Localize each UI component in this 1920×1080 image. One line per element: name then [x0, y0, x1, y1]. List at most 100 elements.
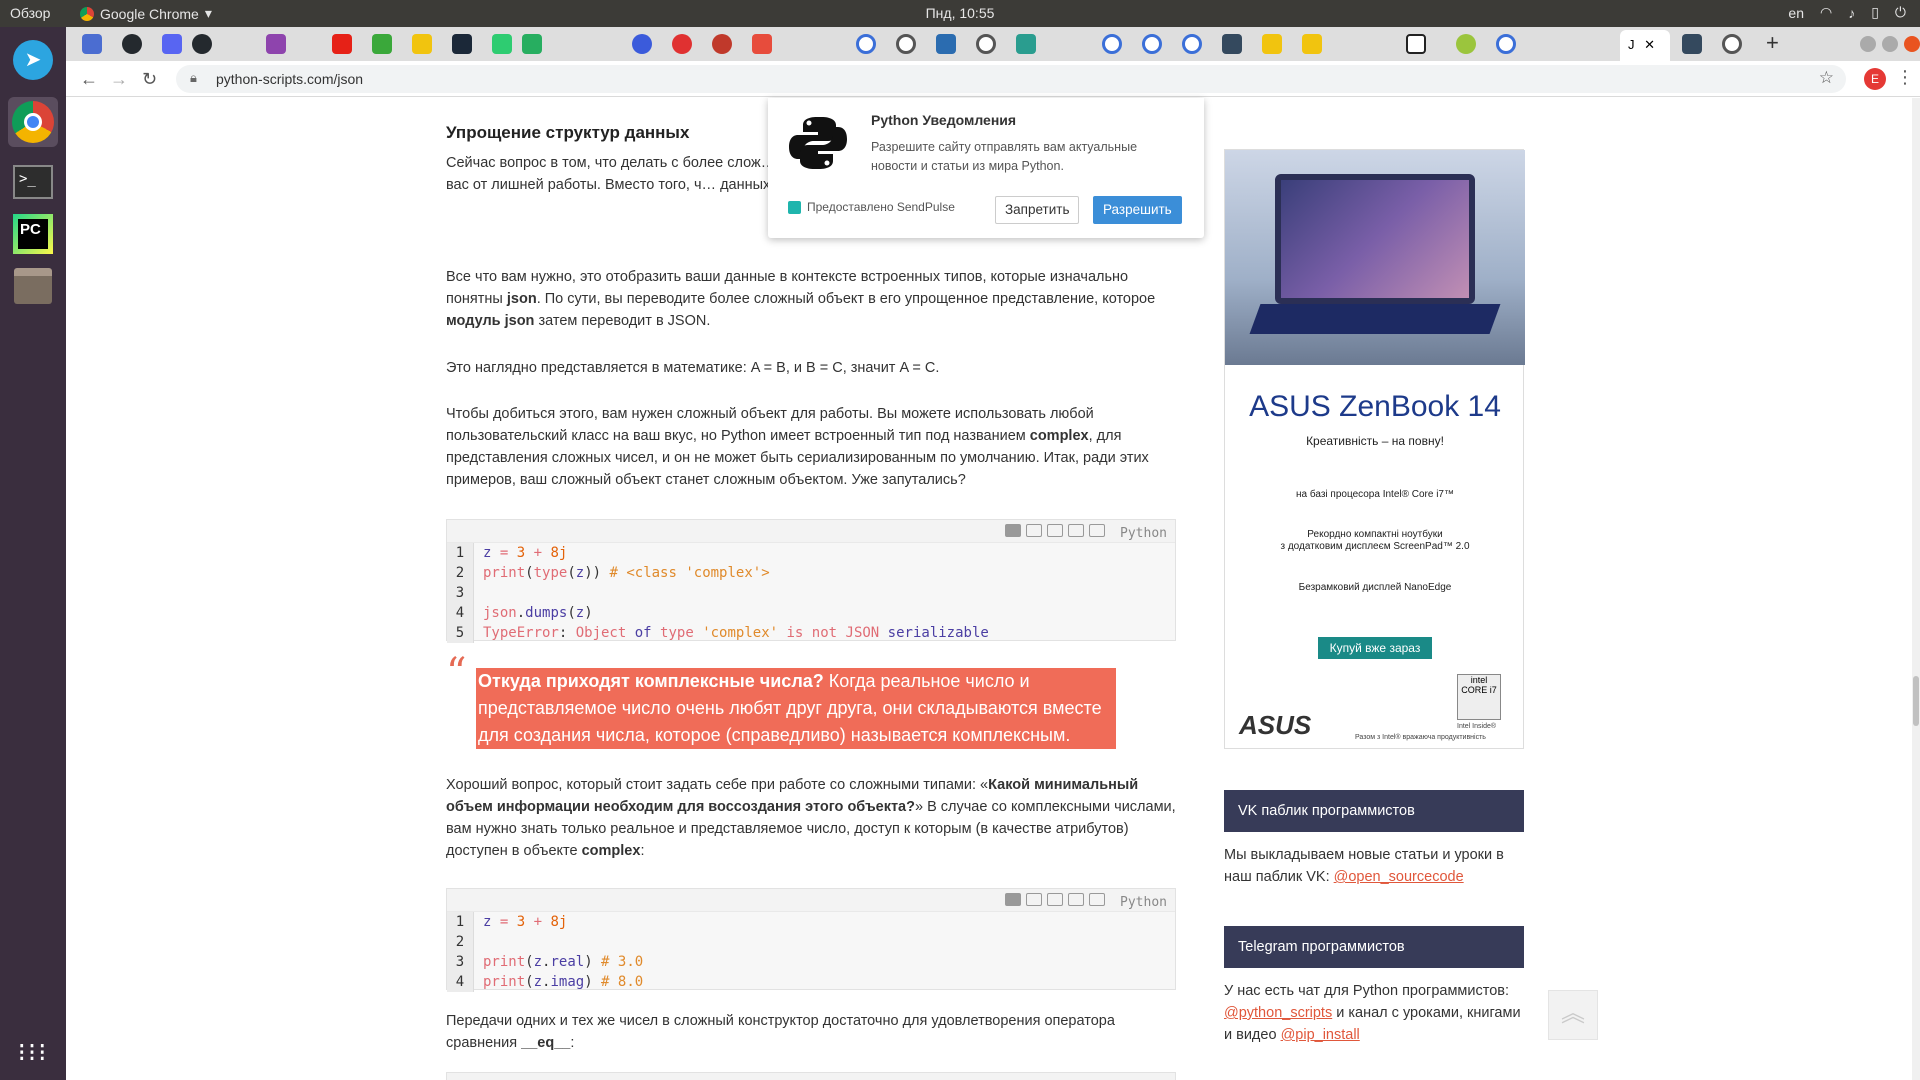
tab-favicon[interactable]: [82, 34, 102, 54]
language-indicator[interactable]: en: [1788, 5, 1804, 21]
back-icon[interactable]: ←: [80, 69, 98, 90]
lock-icon: 🔒︎: [190, 70, 197, 85]
code-tools[interactable]: [1005, 893, 1105, 906]
code-block[interactable]: Python 1z = 3 + 8j 2 3 print(z.real) # 3.…: [446, 888, 1176, 992]
view-source-icon[interactable]: [1026, 893, 1042, 906]
paragraph: Передачи одних и тех же чисел в сложный …: [446, 1010, 1176, 1054]
steam-icon[interactable]: [452, 34, 472, 54]
files-icon[interactable]: [8, 261, 58, 311]
vk-link[interactable]: @open_sourcecode: [1334, 869, 1464, 885]
notification-popup: Python Уведомления Разрешите сайту отпра…: [768, 98, 1204, 238]
wrap-icon[interactable]: [1047, 524, 1063, 537]
star-icon[interactable]: ☆: [1819, 68, 1834, 88]
popup-provider: Предоставлено SendPulse: [788, 200, 955, 214]
maximize-button[interactable]: [1882, 36, 1898, 52]
code-line: 1z = 3 + 8j: [447, 912, 1175, 932]
google-icon[interactable]: [976, 34, 996, 54]
tab-favicon[interactable]: [1142, 34, 1162, 54]
copy-icon[interactable]: [1068, 893, 1084, 906]
intel-inside-text: Intel Inside®: [1457, 723, 1497, 730]
tab-favicon[interactable]: [752, 34, 772, 54]
active-tab-title: J: [1628, 37, 1635, 52]
tab-favicon[interactable]: [412, 34, 432, 54]
advertisement[interactable]: ⓘ ✕ ASUS ZenBook 14 Креативність – на по…: [1224, 149, 1525, 749]
view-source-icon[interactable]: [1026, 524, 1042, 537]
code-line: 3: [447, 583, 1175, 603]
github-icon[interactable]: [122, 34, 142, 54]
bold-text: json: [506, 291, 537, 307]
app-menu[interactable]: Google Chrome ▾: [80, 5, 212, 22]
tab-favicon[interactable]: [1182, 34, 1202, 54]
telegram-icon[interactable]: ➤: [8, 35, 58, 85]
active-tab[interactable]: J ✕: [1620, 30, 1670, 61]
bold-text: complex: [1029, 428, 1089, 444]
youtube-icon[interactable]: [332, 34, 352, 54]
github-icon[interactable]: [192, 34, 212, 54]
tab-favicon[interactable]: [1016, 34, 1036, 54]
popup-title: Python Уведомления: [871, 112, 1017, 128]
page-scrollbar[interactable]: [1912, 98, 1920, 1080]
tab-favicon[interactable]: [266, 34, 286, 54]
tab-favicon[interactable]: [372, 34, 392, 54]
toggle-lines-icon[interactable]: [1005, 524, 1021, 537]
sendpulse-icon: [788, 200, 801, 214]
telegram-channel-link[interactable]: @pip_install: [1281, 1027, 1360, 1043]
battery-icon: ▯: [1871, 4, 1879, 20]
clock[interactable]: Пнд, 10:55: [0, 5, 1920, 21]
tab-favicon[interactable]: [162, 34, 182, 54]
copy-icon[interactable]: [1068, 524, 1084, 537]
tab-favicon[interactable]: [1456, 34, 1476, 54]
minimize-button[interactable]: [1860, 36, 1876, 52]
wrap-icon[interactable]: [1047, 893, 1063, 906]
activities-button[interactable]: Обзор: [10, 5, 50, 21]
new-tab-button[interactable]: +: [1766, 30, 1779, 56]
close-window-button[interactable]: [1904, 36, 1920, 52]
tab-favicon[interactable]: [672, 34, 692, 54]
pycharm-icon[interactable]: PC: [8, 209, 58, 259]
google-icon[interactable]: [896, 34, 916, 54]
address-bar[interactable]: 🔒︎ python-scripts.com/json ☆: [176, 65, 1846, 93]
profile-avatar[interactable]: E: [1864, 68, 1886, 90]
quote-mark-icon: “: [446, 650, 467, 696]
chrome-dock-icon[interactable]: [8, 97, 58, 147]
terminal-icon[interactable]: >_: [8, 157, 58, 207]
tab-favicon[interactable]: [492, 34, 512, 54]
tab-favicon[interactable]: [1222, 34, 1242, 54]
code-line: 5 TypeError: Object of type 'complex' is …: [447, 623, 1175, 643]
google-icon[interactable]: [1722, 34, 1742, 54]
ad-buy-button[interactable]: Купуй вже зараз: [1318, 637, 1432, 659]
tab-favicon[interactable]: [856, 34, 876, 54]
system-tray[interactable]: en ◠ ♪ ▯ ⏻: [1788, 4, 1906, 21]
tab-favicon[interactable]: [1682, 34, 1702, 54]
app-grid-icon[interactable]: ⁝⁝⁝: [8, 1027, 58, 1077]
tab-favicon[interactable]: [1262, 34, 1282, 54]
telegram-chat-link[interactable]: @python_scripts: [1224, 1005, 1332, 1021]
toolbar: ← → ↻ 🔒︎ python-scripts.com/json ☆ E ⋮: [66, 61, 1920, 97]
code-language: Python: [1120, 526, 1167, 541]
deny-button[interactable]: Запретить: [995, 196, 1080, 224]
paragraph: Чтобы добиться этого, вам нужен сложный …: [446, 403, 1176, 491]
tab-favicon[interactable]: [1102, 34, 1122, 54]
open-window-icon[interactable]: [1089, 893, 1105, 906]
toggle-lines-icon[interactable]: [1005, 893, 1021, 906]
menu-icon[interactable]: ⋮: [1896, 67, 1914, 88]
code-toolbar: Python: [447, 520, 1175, 543]
wikipedia-icon[interactable]: [1406, 34, 1426, 54]
tab-favicon[interactable]: [632, 34, 652, 54]
scrollbar-thumb[interactable]: [1913, 676, 1919, 726]
scroll-to-top-button[interactable]: ︽: [1548, 990, 1598, 1040]
wifi-icon: ◠: [1819, 4, 1833, 20]
forward-icon[interactable]: →: [110, 69, 128, 90]
code-block[interactable]: Python 1z = 3 + 8j 2 print(type(z)) # <cl…: [446, 519, 1176, 643]
tab-favicon[interactable]: [1302, 34, 1322, 54]
tab-favicon[interactable]: [712, 34, 732, 54]
ad-footnote: Разом з Intel® вражаюча продуктивність: [1355, 734, 1486, 741]
tab-favicon[interactable]: [1496, 34, 1516, 54]
allow-button[interactable]: Разрешить: [1093, 196, 1182, 224]
tab-favicon[interactable]: [936, 34, 956, 54]
tab-favicon[interactable]: [522, 34, 542, 54]
open-window-icon[interactable]: [1089, 524, 1105, 537]
close-tab-icon[interactable]: ✕: [1644, 37, 1655, 52]
code-tools[interactable]: [1005, 524, 1105, 537]
reload-icon[interactable]: ↻: [142, 69, 157, 90]
